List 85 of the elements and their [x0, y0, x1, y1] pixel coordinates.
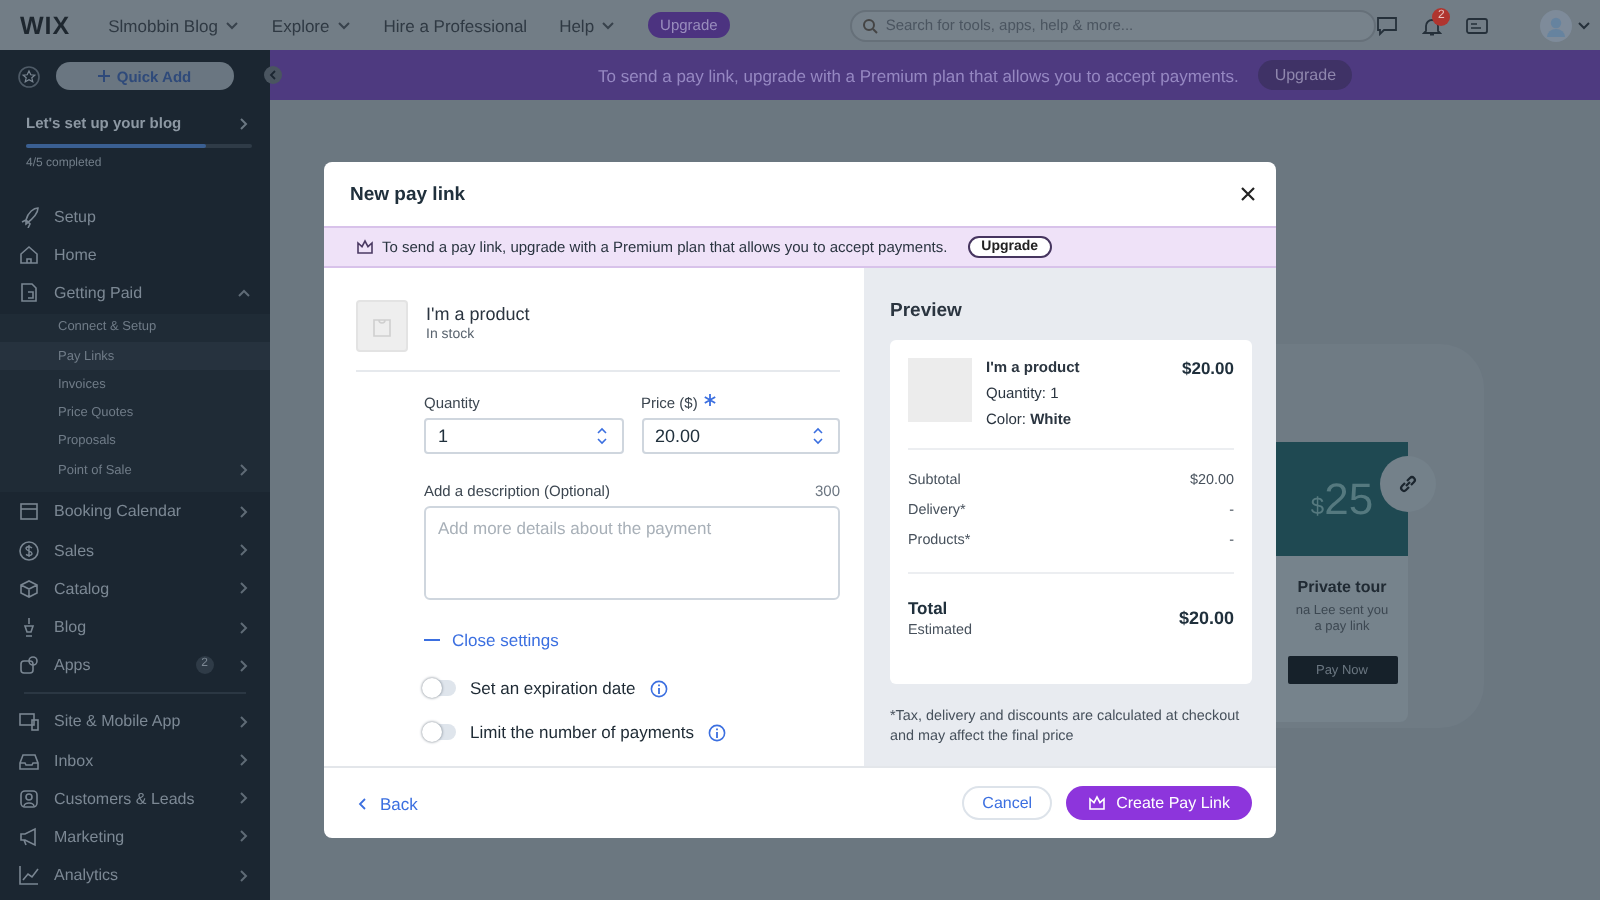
- close-button[interactable]: [1240, 186, 1256, 202]
- chat-icon[interactable]: [1375, 15, 1398, 35]
- sidebar-item[interactable]: Setup: [0, 198, 270, 237]
- stepper-icon[interactable]: [810, 426, 826, 446]
- sidebar-item[interactable]: Inbox: [0, 740, 270, 780]
- apps-icon: [18, 654, 40, 677]
- chevron-right-icon: [236, 580, 252, 597]
- upgrade-button[interactable]: Upgrade: [1258, 60, 1353, 90]
- chevron-right-icon: [236, 503, 252, 520]
- sidebar-item[interactable]: Analytics: [0, 856, 270, 895]
- stepper-icon[interactable]: [593, 426, 609, 446]
- chevron-right-icon: [236, 462, 252, 479]
- calendar-icon: [18, 500, 40, 523]
- chevron-right-icon: [236, 713, 252, 730]
- chevron-right-icon: [236, 828, 252, 845]
- total-label: Total: [908, 598, 950, 618]
- toggle-label: Set an expiration date: [470, 678, 636, 698]
- price-field[interactable]: 20.00: [641, 418, 840, 454]
- chevron-left-icon: [356, 795, 368, 811]
- collapse-icon[interactable]: [264, 66, 282, 84]
- bell-icon[interactable]: [1421, 15, 1442, 35]
- description-field[interactable]: Add more details about the payment: [424, 506, 840, 600]
- toggle-switch[interactable]: [424, 680, 456, 696]
- chart-icon: [18, 864, 40, 887]
- nav-link[interactable]: Help: [559, 15, 595, 35]
- card-title: Private tour: [1297, 578, 1387, 596]
- back-button[interactable]: Back: [356, 793, 418, 813]
- close-settings-link[interactable]: Close settings: [424, 630, 559, 650]
- inbox-icon: [18, 749, 40, 772]
- sidebar-item[interactable]: Getting Paid: [0, 274, 270, 314]
- chevron-down-icon[interactable]: [1575, 17, 1592, 33]
- crown-icon: [356, 238, 374, 256]
- chevron-right-icon: [236, 790, 252, 807]
- home-icon: [18, 244, 40, 267]
- chevron-down-icon: [335, 17, 352, 33]
- star-icon[interactable]: [18, 65, 40, 87]
- create-pay-link-button[interactable]: Create Pay Link: [1066, 786, 1252, 820]
- sidebar-item[interactable]: Marketing: [0, 817, 270, 857]
- item-price: $20.00: [1182, 358, 1234, 382]
- total-value: $20.00: [1178, 608, 1234, 628]
- chevron-right-icon: [236, 657, 252, 674]
- search-icon: [861, 17, 878, 33]
- chevron-down-icon: [600, 17, 617, 33]
- wix-logo[interactable]: WIX: [20, 11, 71, 39]
- close-icon: [1240, 186, 1256, 202]
- link-icon: [1396, 472, 1420, 496]
- product-name: I'm a product: [426, 304, 530, 324]
- info-icon[interactable]: [707, 723, 726, 741]
- plus-icon: [98, 70, 111, 82]
- chevron-up-icon: [236, 285, 252, 302]
- sidebar-item[interactable]: Site & Mobile App: [0, 702, 270, 741]
- toggle-switch[interactable]: [424, 724, 456, 740]
- preview-title: Preview: [890, 300, 964, 322]
- nav-link[interactable]: Explore: [271, 15, 330, 35]
- minus-icon: [424, 638, 440, 642]
- sidebar-item[interactable]: Sales: [0, 531, 270, 570]
- chevron-right-icon: [236, 752, 252, 769]
- chevron-right-icon[interactable]: [236, 115, 252, 131]
- chevron-right-icon: [236, 867, 252, 884]
- card-icon[interactable]: [1465, 15, 1488, 35]
- megaphone-icon: [18, 825, 40, 848]
- chevron-down-icon: [223, 17, 240, 33]
- sidebar-item[interactable]: Booking Calendar: [0, 492, 270, 532]
- box-icon: [18, 577, 40, 600]
- sidebar-item[interactable]: Customers & Leads: [0, 779, 270, 818]
- sidebar-item[interactable]: Blog: [0, 607, 270, 647]
- crown-icon: [1088, 794, 1107, 812]
- person-icon: [18, 787, 40, 810]
- doc-icon: [18, 282, 40, 305]
- chevron-right-icon: [236, 619, 252, 635]
- site-name[interactable]: Slmobbin Blog: [108, 15, 218, 35]
- toggle-label: Limit the number of payments: [470, 722, 694, 742]
- info-icon[interactable]: [649, 679, 668, 697]
- nav-link[interactable]: Hire a Professional: [383, 15, 528, 35]
- devices-icon: [18, 710, 40, 733]
- upgrade-banner-text: To send a pay link, upgrade with a Premium plan that allows you to accept payments.: [597, 65, 1239, 85]
- sidebar-item[interactable]: Home: [0, 236, 270, 275]
- currency-symbol: $: [1310, 491, 1325, 519]
- sidebar-item[interactable]: Catalog: [0, 569, 270, 608]
- modal-title: New pay link: [350, 183, 466, 205]
- cancel-button[interactable]: Cancel: [962, 786, 1053, 820]
- dollar-icon: [18, 539, 40, 562]
- chevron-right-icon: [236, 542, 252, 559]
- quantity-field[interactable]: 1: [424, 418, 623, 454]
- rocket-icon: [18, 206, 40, 229]
